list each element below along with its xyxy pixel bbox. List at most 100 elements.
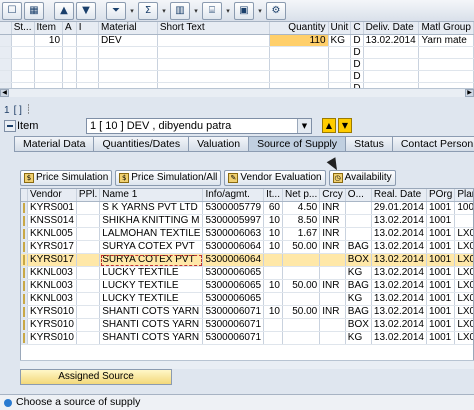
column-header[interactable]: Plant — [454, 189, 473, 203]
table-cell[interactable]: D — [350, 70, 364, 83]
column-header[interactable]: Deliv. Date — [363, 22, 420, 35]
table-cell[interactable] — [319, 331, 346, 346]
table-row[interactable]: KKNL003 LUCKY TEXTILE 5300006065 10 50.00 INR… — [21, 279, 473, 294]
column-header[interactable]: Info/agmt. — [202, 189, 265, 203]
table-cell[interactable]: LX01 — [454, 331, 473, 346]
export-icon[interactable]: ⌸ — [202, 1, 222, 20]
table-cell[interactable]: 13.02.2014 — [371, 279, 427, 294]
table-row[interactable]: KYRS017 SURYA COTEX PVT 5300006064 10 50.00 I… — [21, 240, 473, 255]
table-cell[interactable]: 1001 — [426, 292, 456, 307]
table-cell[interactable]: 13.02.2014 — [371, 240, 427, 255]
column-header[interactable]: A — [62, 22, 77, 35]
table-cell[interactable]: 50.00 — [282, 279, 321, 294]
table-cell[interactable]: 8.50 — [282, 214, 321, 229]
table-cell[interactable]: KNSS014 — [27, 214, 77, 229]
table-cell[interactable]: LUCKY TEXTILE — [99, 292, 204, 307]
column-header[interactable]: Real. Date — [371, 189, 427, 203]
table-cell[interactable]: 29.01.2014 — [371, 201, 427, 216]
filter-dropdown-icon[interactable]: ▾ — [128, 7, 136, 15]
table-cell[interactable]: 5300005779 — [202, 201, 265, 216]
table-cell[interactable]: BOX — [345, 318, 372, 333]
table-cell[interactable] — [345, 214, 372, 229]
table-cell[interactable]: KYRS010 — [27, 331, 77, 346]
table-cell[interactable] — [98, 70, 158, 83]
table-cell[interactable] — [11, 70, 35, 83]
tab-quantities-dates[interactable]: Quantities/Dates — [93, 136, 190, 151]
table-cell[interactable]: LX01 — [454, 240, 473, 255]
column-header[interactable]: Unit — [328, 22, 352, 35]
row-selector[interactable] — [0, 58, 12, 71]
table-cell[interactable] — [157, 58, 271, 71]
table-cell[interactable] — [363, 70, 420, 83]
table-cell[interactable]: S K YARNS PVT LTD — [99, 201, 204, 216]
next-item-button[interactable]: ▼ — [338, 118, 352, 133]
table-cell[interactable]: LALMOHAN TEXTILE — [99, 227, 204, 242]
table-cell[interactable] — [263, 253, 283, 268]
table-cell[interactable]: 1001 — [426, 227, 456, 242]
table-cell[interactable]: 5300006065 — [202, 279, 265, 294]
table-cell[interactable] — [76, 46, 100, 59]
table-cell[interactable] — [418, 58, 474, 71]
table-cell[interactable]: KYRS017 — [27, 253, 77, 268]
table-cell[interactable]: BAG — [345, 305, 372, 320]
table-row[interactable]: KYRS010 SHANTI COTS YARN 5300006071 10 50.00… — [21, 305, 473, 320]
table-row[interactable]: KNSS014 SHIKHA KNITTING M 5300005997 10 8.50… — [21, 214, 473, 229]
table-cell[interactable] — [98, 46, 158, 59]
column-header[interactable]: C — [350, 22, 364, 35]
table-cell[interactable]: LX01 — [454, 253, 473, 268]
table-cell[interactable]: 13.02.2014 — [363, 34, 420, 47]
table-cell[interactable] — [157, 70, 271, 83]
table-cell[interactable]: 10 — [34, 34, 64, 47]
table-cell[interactable]: 5300006065 — [202, 292, 265, 307]
table-cell[interactable]: LX01 — [454, 305, 473, 320]
table-cell[interactable] — [263, 318, 283, 333]
table-cell[interactable]: KG — [345, 266, 372, 281]
table-cell[interactable]: INR — [319, 279, 346, 294]
column-header[interactable]: Item — [34, 22, 64, 35]
export-dropdown-icon[interactable]: ▾ — [224, 7, 232, 15]
table-cell[interactable] — [76, 253, 101, 268]
table-cell[interactable] — [269, 58, 329, 71]
table-cell[interactable] — [282, 331, 321, 346]
table-cell[interactable] — [454, 214, 473, 229]
table-cell[interactable] — [263, 292, 283, 307]
table-cell[interactable] — [76, 266, 101, 281]
table-cell[interactable]: SHANTI COTS YARN — [99, 331, 204, 346]
column-header[interactable]: Quantity — [269, 22, 329, 35]
price-simulation-all-button[interactable]: $ Price Simulation/All — [115, 170, 222, 186]
table-cell[interactable] — [76, 331, 101, 346]
chevron-down-icon[interactable]: ▼ — [297, 119, 311, 133]
table-cell[interactable]: INR — [319, 201, 346, 216]
table-cell[interactable] — [282, 292, 321, 307]
tab-source-of-supply[interactable]: Source of Supply — [248, 136, 347, 151]
sum-icon[interactable]: Σ — [138, 1, 158, 20]
table-cell[interactable]: 1001 — [426, 318, 456, 333]
table-cell[interactable]: 13.02.2014 — [371, 227, 427, 242]
table-cell[interactable]: 50.00 — [282, 240, 321, 255]
vendor-evaluation-button[interactable]: ✎ Vendor Evaluation — [224, 170, 326, 186]
column-header[interactable]: Material — [98, 22, 158, 35]
table-cell[interactable]: 5300006064 — [202, 253, 265, 268]
table-cell[interactable]: KG — [328, 34, 352, 47]
table-cell[interactable] — [62, 70, 77, 83]
filter-icon[interactable]: ⏷ — [106, 1, 126, 20]
table-cell[interactable]: 13.02.2014 — [371, 292, 427, 307]
column-header[interactable]: Vendor — [27, 189, 77, 203]
table-cell[interactable] — [11, 46, 35, 59]
table-cell[interactable]: 5300006071 — [202, 331, 265, 346]
row-selector[interactable] — [0, 34, 12, 47]
table-cell[interactable]: SHANTI COTS YARN — [99, 305, 204, 320]
table-cell[interactable]: 1001 — [426, 214, 456, 229]
table-cell[interactable]: 1001 — [426, 266, 456, 281]
table-cell[interactable]: SHIKHA KNITTING M — [99, 214, 204, 229]
table-cell[interactable] — [157, 34, 271, 47]
column-header[interactable]: O... — [345, 189, 372, 203]
table-cell[interactable] — [345, 201, 372, 216]
table-cell[interactable] — [157, 46, 271, 59]
table-row[interactable]: KKNL003 LUCKY TEXTILE 5300006065 KG 13.02.20… — [21, 292, 473, 307]
table-cell[interactable]: 10 — [263, 227, 283, 242]
table-cell[interactable]: 13.02.2014 — [371, 266, 427, 281]
table-row[interactable]: KKNL003 LUCKY TEXTILE 5300006065 KG 13.02.20… — [21, 266, 473, 281]
table-cell[interactable] — [62, 58, 77, 71]
column-header[interactable]: Matl Group — [418, 22, 474, 35]
